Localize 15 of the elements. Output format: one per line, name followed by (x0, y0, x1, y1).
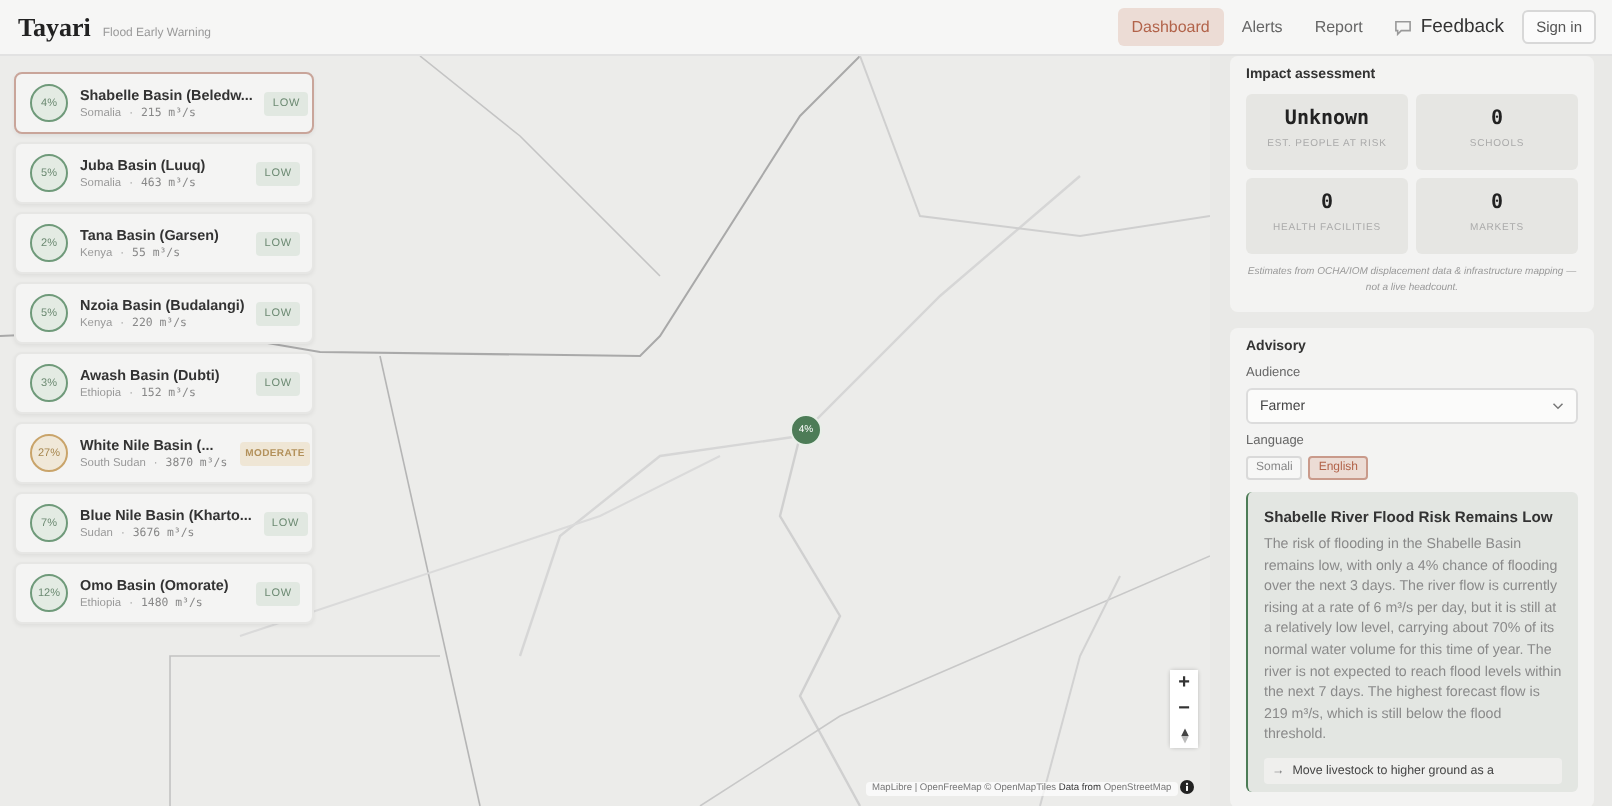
compass-icon (1179, 727, 1189, 743)
zoom-in-button[interactable]: + (1170, 670, 1198, 696)
chevron-down-icon (1552, 402, 1564, 410)
zoom-out-button[interactable]: − (1170, 696, 1198, 722)
compass-button[interactable] (1170, 722, 1198, 748)
feedback-button[interactable]: Feedback (1380, 8, 1519, 46)
nav-tab[interactable]: Report (1300, 8, 1377, 46)
info-icon[interactable] (1180, 780, 1194, 794)
stat-value: 0 (1488, 192, 1506, 214)
nav-tab[interactable]: Alerts (1227, 8, 1297, 46)
app-logo[interactable]: Tayari (18, 11, 91, 43)
chat-icon (1394, 19, 1413, 35)
stat-value: 0 (1488, 108, 1506, 130)
stat-value: 0 (1318, 192, 1336, 214)
stat-value: Unknown (1282, 108, 1372, 130)
